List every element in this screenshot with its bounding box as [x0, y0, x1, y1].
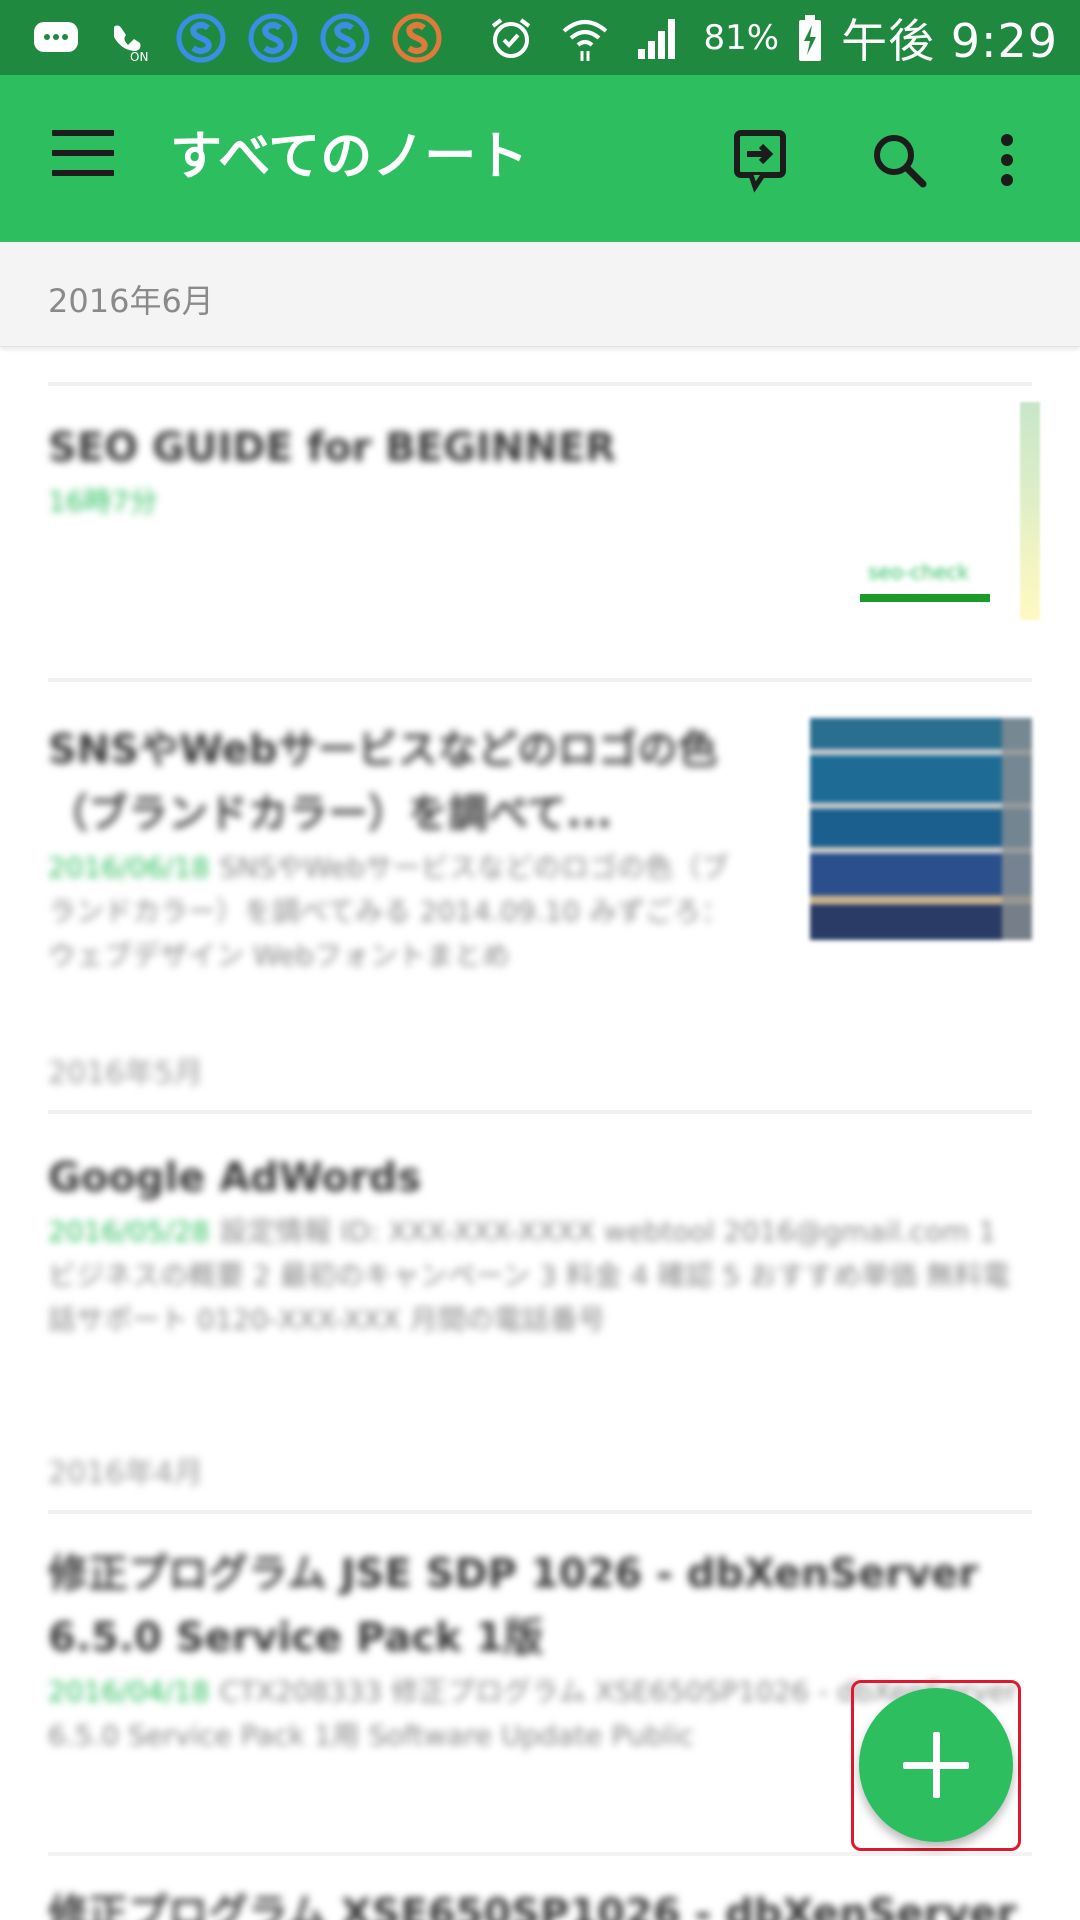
clock: 午後 9:29 [841, 13, 1058, 68]
divider [48, 1510, 1032, 1514]
page-title: すべてのノート [170, 127, 529, 187]
plus-icon [903, 1732, 969, 1798]
hamburger-menu-icon[interactable] [52, 130, 114, 186]
search-icon[interactable] [862, 123, 936, 197]
status-bar: ON 81% 午後 9:29 [0, 0, 1080, 75]
note-title: 修正プログラム XSE650SP1026 - dbXenServer [48, 1891, 1017, 1920]
note-title: 修正プログラム JSE SDP 1026 - dbXenServer 6.5.0… [48, 1551, 978, 1661]
battery-charging-icon [795, 12, 825, 64]
note-item[interactable]: SEO GUIDE for BEGINNER 16時7分 seo-check [48, 402, 1040, 706]
divider [48, 678, 1032, 682]
message-icon [28, 12, 86, 64]
skype-icon [172, 12, 230, 64]
svg-text:ON: ON [130, 50, 148, 63]
note-snippet: 2016/06/18 SNSやWebサービスなどのロゴの色（ブランドカラー）を調べ… [48, 851, 729, 972]
app-toolbar: すべてのノート [0, 75, 1080, 242]
wifi-icon [556, 12, 614, 64]
more-vert-icon[interactable] [970, 123, 1044, 197]
note-thumbnail [810, 718, 1032, 940]
note-thumbnail [1020, 402, 1040, 620]
note-item[interactable]: 修正プログラム XSE650SP1026 - dbXenServer [48, 1882, 1032, 1920]
divider [48, 1852, 1032, 1856]
note-item[interactable]: Google AdWords 2016/05/28 設定情報 ID: XXX-XX… [48, 1146, 1032, 1366]
month-header: 2016年6月 [0, 242, 1080, 347]
note-item[interactable]: SNSやWebサービスなどのロゴの色（ブランドカラー）を調べて... 2016/… [48, 718, 1032, 978]
note-snippet: 2016/05/28 設定情報 ID: XXX-XXX-XXXX webtool … [48, 1215, 1010, 1336]
volte-icon: ON [100, 12, 158, 64]
system-status: 81% 午後 9:29 [482, 0, 1059, 75]
section-date: 2016年5月 [48, 1056, 204, 1091]
note-tag: seo-check [860, 560, 990, 604]
alarm-icon [482, 12, 540, 64]
divider [48, 1110, 1032, 1114]
note-title: SNSやWebサービスなどのロゴの色（ブランドカラー）を調べて... [48, 727, 718, 837]
note-title: Google AdWords [48, 1155, 422, 1201]
skype-icon [244, 12, 302, 64]
divider [48, 382, 1032, 386]
skype-icon [316, 12, 374, 64]
note-title: SEO GUIDE for BEGINNER [48, 425, 616, 471]
battery-percent: 81% [703, 17, 780, 58]
skype-orange-icon [388, 12, 446, 64]
section-date: 2016年4月 [48, 1456, 204, 1491]
new-note-button[interactable] [859, 1688, 1013, 1842]
signal-icon [630, 12, 688, 64]
month-label: 2016年6月 [48, 282, 214, 320]
notification-icons: ON [28, 10, 446, 65]
sync-icon[interactable] [724, 123, 798, 197]
note-date: 16時7分 [48, 485, 158, 518]
